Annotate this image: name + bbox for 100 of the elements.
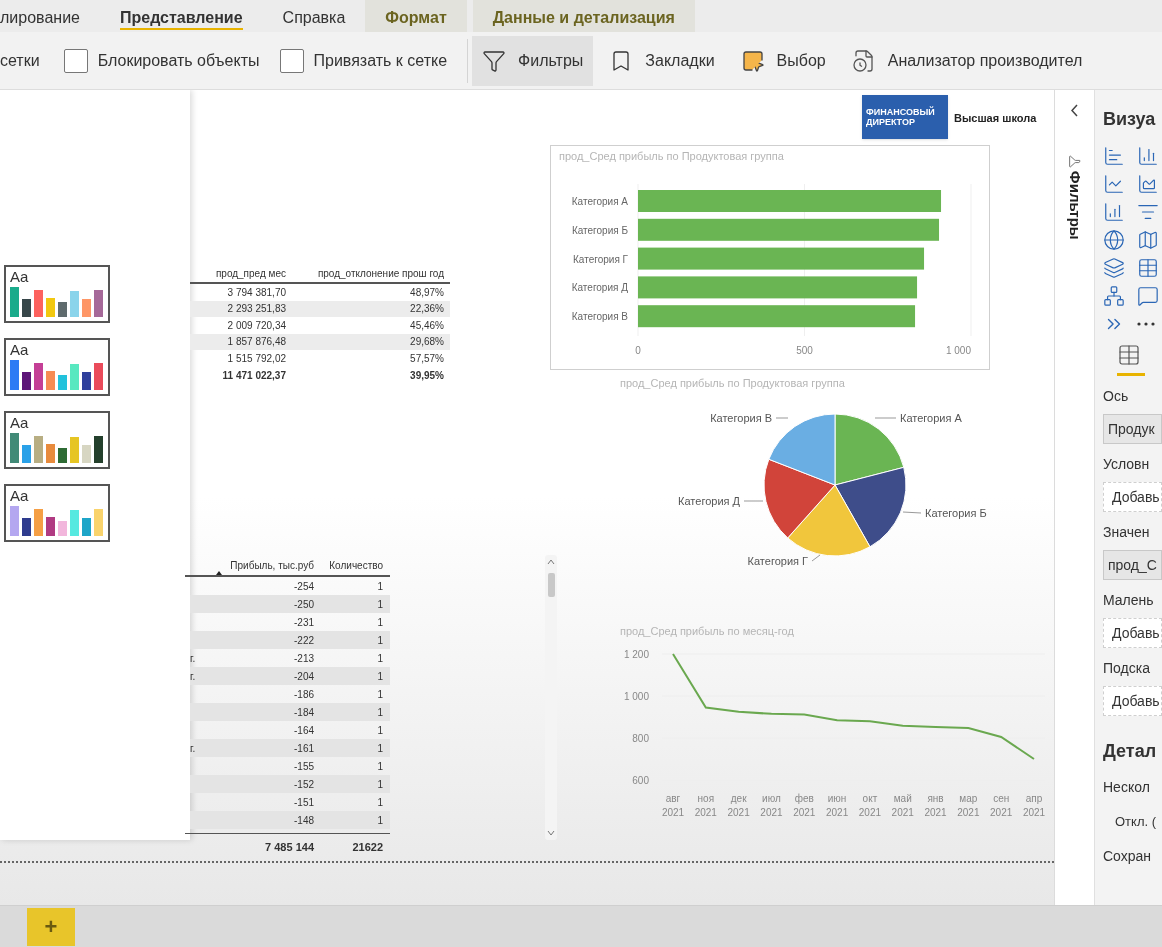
scroll-up-icon[interactable]: [547, 559, 555, 565]
sort-icon[interactable]: [216, 571, 222, 575]
map-icon: [1137, 229, 1159, 251]
column-chart-icon: [1137, 145, 1159, 167]
ribbon-tab[interactable]: Данные и детализация: [472, 0, 695, 32]
ribbon-tab[interactable]: Формат: [365, 0, 467, 32]
table-cell-text: 1: [376, 705, 384, 720]
axis-tick-label: 600: [632, 775, 649, 786]
theme-sample-text: Aa: [10, 268, 30, 285]
table-cell-text: -148: [293, 813, 315, 828]
scroll-thumb[interactable]: [547, 573, 555, 597]
table-cell-text: 45,46%: [409, 318, 445, 333]
pie-slice[interactable]: [834, 466, 907, 548]
column-header[interactable]: прод_пред мес: [190, 265, 286, 281]
drop-zone[interactable]: Добавь: [1103, 686, 1162, 716]
table-cell-text: 1: [376, 579, 384, 594]
axis-tick-label: май 2021: [891, 793, 914, 818]
leader-line: [811, 554, 821, 562]
filters-pane[interactable]: Фильтры: [1055, 90, 1095, 905]
table-cell: г.: [190, 742, 196, 754]
axis-tick-label: апр 2021: [1022, 793, 1046, 818]
theme-swatch[interactable]: Aa: [4, 484, 110, 542]
option-label: Сохран: [1103, 846, 1153, 866]
theme-sample-text: Aa: [10, 487, 30, 504]
pie-label: Категория А: [900, 412, 962, 424]
fields-tab-icon: [1117, 343, 1141, 367]
table-cell-text: 29,68%: [409, 335, 445, 350]
add-page-button[interactable]: +: [27, 907, 75, 946]
pie-label: Категория В: [710, 412, 772, 424]
field-chip[interactable]: прод_С: [1103, 550, 1162, 580]
column-header[interactable]: прод_отклонение прош год: [286, 265, 450, 281]
toggle-label: Откл. (: [1115, 813, 1158, 831]
table-cell-text: -151: [293, 795, 315, 810]
checkbox[interactable]: [279, 48, 304, 73]
table-cell-text: 1: [376, 795, 384, 810]
table-cell-text: 48,97%: [409, 285, 445, 300]
well-label: Значен: [1103, 523, 1151, 542]
checkbox-label: Блокировать объекты: [97, 50, 260, 71]
scroll-down-icon[interactable]: [547, 830, 555, 836]
category-label: Категория Б: [571, 224, 628, 236]
collapse-icon[interactable]: [1071, 104, 1078, 117]
pie-label: Категория Г: [747, 555, 808, 567]
filter-icon: [1068, 155, 1081, 168]
ribbon-tab[interactable]: лирование: [0, 0, 100, 32]
checkbox-label: Привязать к сетке: [313, 50, 448, 71]
axis-tick-label: окт 2021: [858, 793, 882, 818]
pie-slice[interactable]: [787, 484, 871, 557]
total-cell-text: 39,95%: [409, 368, 445, 383]
ribbon-tab[interactable]: Представление: [99, 0, 263, 32]
ribbon-button[interactable]: Фильтры: [472, 35, 594, 86]
table-cell-text: 1 857 876,48: [226, 335, 286, 350]
bar-chart-icon: [1103, 145, 1125, 167]
filter-icon: [482, 48, 507, 73]
table-cell-text: 57,57%: [409, 351, 445, 366]
table-cell-text: -155: [293, 759, 315, 774]
well-label: Условн: [1103, 455, 1151, 474]
field-chip[interactable]: Продук: [1103, 414, 1162, 444]
table-cell-text: -152: [293, 777, 315, 792]
table-cell-text: -204: [293, 669, 315, 684]
drop-zone[interactable]: Добавь: [1103, 482, 1162, 512]
option-label: Нескол: [1103, 778, 1151, 797]
table-cell-text: 2 293 251,83: [226, 302, 286, 317]
area-chart-icon: [1137, 173, 1159, 195]
drop-zone[interactable]: Добавь: [1103, 618, 1162, 648]
table-cell-text: 1: [376, 777, 384, 792]
line-chart-icon: [1103, 173, 1125, 195]
theme-swatch[interactable]: Aa: [4, 411, 110, 469]
column-header[interactable]: Количество: [316, 557, 390, 573]
globe-icon: [1103, 229, 1125, 251]
leader-line: [743, 500, 764, 502]
leader-line: [874, 417, 897, 419]
ribbon-button[interactable]: Закладки: [599, 35, 725, 86]
category-label: Категория В: [571, 311, 628, 323]
table-cell-text: -250: [293, 597, 315, 612]
axis-tick-label: фев 2021: [793, 793, 816, 818]
pane-label: Фильтры: [1065, 170, 1085, 240]
speech-bubble-icon: [1137, 285, 1159, 307]
ribbon-button[interactable]: Анализатор производител: [841, 35, 1093, 86]
more-icon[interactable]: [1137, 322, 1155, 326]
checkbox[interactable]: [63, 48, 88, 73]
pointer-icon: [740, 48, 765, 73]
table-cell-text: -222: [293, 633, 315, 648]
leader-line: [775, 417, 789, 419]
ribbon-tab[interactable]: Справка: [262, 0, 366, 32]
pie-slice[interactable]: [763, 458, 836, 539]
well-label: Малень: [1103, 591, 1155, 610]
table-cell-text: 1: [376, 669, 384, 684]
ribbon-button[interactable]: Выбор: [730, 35, 836, 86]
column-header[interactable]: Прибыль, тыс.руб: [190, 557, 316, 573]
ribbon-label: сетки: [0, 50, 40, 71]
scrollbar[interactable]: [545, 555, 557, 840]
axis-tick-label: 800: [632, 733, 649, 744]
theme-swatch[interactable]: Aa: [4, 338, 110, 396]
theme-swatch[interactable]: Aa: [4, 265, 110, 323]
table-cell-text: -213: [293, 651, 315, 666]
category-label: Категория Г: [573, 253, 628, 265]
axis-tick-label: июн 2021: [825, 793, 849, 818]
section-title: Детал: [1103, 740, 1158, 763]
chart-title: прод_Сред прибыль по месяц-год: [620, 624, 794, 639]
category-label: Категория А: [571, 196, 628, 207]
